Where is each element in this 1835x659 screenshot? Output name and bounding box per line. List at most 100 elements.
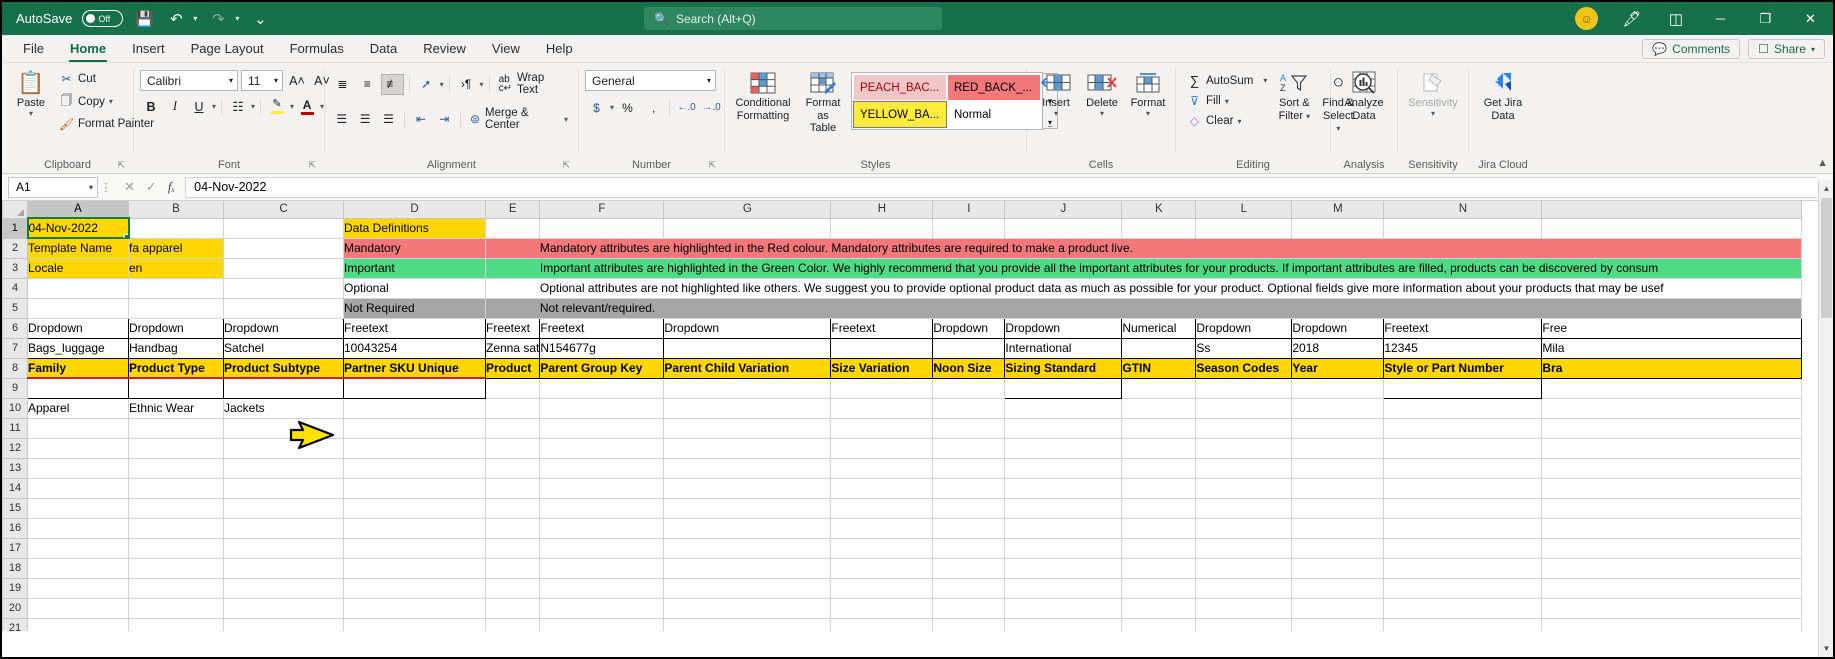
- cell-N17[interactable]: [1383, 538, 1543, 559]
- cell-A6[interactable]: Dropdown: [27, 317, 129, 339]
- cell-F21[interactable]: [539, 618, 665, 631]
- cell-styles-gallery[interactable]: PEACH_BAC... RED_BACK_... YELLOW_BA... N…: [851, 72, 1043, 130]
- save-icon[interactable]: 💾: [133, 8, 155, 30]
- row-header-3[interactable]: 3: [2, 257, 28, 279]
- autosum-button[interactable]: ∑ AutoSum ▾: [1182, 71, 1272, 90]
- row-header-6[interactable]: 6: [2, 317, 28, 339]
- cell-O18[interactable]: [1541, 558, 1803, 579]
- cell-M21[interactable]: [1291, 618, 1385, 631]
- cell-C21[interactable]: [223, 618, 344, 631]
- column-header-H[interactable]: H: [830, 201, 934, 219]
- cell-A4[interactable]: [27, 278, 129, 299]
- cell-G19[interactable]: [663, 578, 832, 599]
- formula-input[interactable]: 04-Nov-2022: [185, 176, 1817, 198]
- column-header-M[interactable]: M: [1291, 201, 1385, 219]
- cell-L9[interactable]: [1195, 378, 1293, 399]
- cell-A18[interactable]: [27, 558, 129, 579]
- cell-F6[interactable]: Freetext: [539, 317, 665, 339]
- cell-N16[interactable]: [1383, 518, 1543, 539]
- merge-center-button[interactable]: ⊜ Merge & Center ▾: [466, 105, 572, 133]
- cell-G12[interactable]: [663, 438, 832, 459]
- align-left-icon[interactable]: ☰: [331, 109, 352, 130]
- cell-K16[interactable]: [1121, 518, 1197, 539]
- cell-L6[interactable]: Dropdown: [1195, 317, 1293, 339]
- cell-C1[interactable]: [223, 218, 344, 239]
- row-header-7[interactable]: 7: [2, 337, 28, 359]
- row-header-14[interactable]: 14: [2, 477, 28, 499]
- cell-E5[interactable]: [485, 298, 540, 319]
- cell-D16[interactable]: [343, 518, 486, 539]
- vertical-scrollbar-thumb[interactable]: [1821, 198, 1832, 318]
- cell-B11[interactable]: [128, 418, 224, 439]
- sensitivity-button[interactable]: Sensitivity ▾: [1404, 66, 1462, 120]
- cell-H13[interactable]: [830, 458, 934, 479]
- cell-L20[interactable]: [1195, 598, 1293, 619]
- cell-C13[interactable]: [223, 458, 344, 479]
- cell-D4[interactable]: Optional: [343, 278, 486, 299]
- cell-H10[interactable]: [830, 398, 934, 419]
- underline-button[interactable]: U: [188, 96, 210, 117]
- clipboard-dialog-launcher-icon[interactable]: ⇱: [117, 160, 125, 171]
- cell-H7[interactable]: [830, 337, 934, 359]
- cell-A15[interactable]: [27, 498, 129, 519]
- cell-E16[interactable]: [485, 518, 541, 539]
- increase-decimal-icon[interactable]: ←.0: [675, 97, 698, 118]
- cell-F9[interactable]: [539, 378, 665, 399]
- row-header-11[interactable]: 11: [2, 417, 28, 439]
- row-header-2[interactable]: 2: [2, 237, 28, 259]
- cell-F14[interactable]: [539, 478, 665, 499]
- cell-K11[interactable]: [1121, 418, 1197, 439]
- merge-dropdown-icon[interactable]: ▾: [564, 115, 568, 124]
- cell-D7[interactable]: 10043254: [343, 337, 486, 359]
- cell-O12[interactable]: [1541, 438, 1803, 459]
- column-header-D[interactable]: D: [343, 201, 486, 219]
- cell-F8[interactable]: Parent Group Key: [539, 357, 665, 379]
- cell-C15[interactable]: [223, 498, 344, 519]
- customize-quick-access-icon[interactable]: ⌄: [249, 8, 271, 30]
- cell-B13[interactable]: [128, 458, 224, 479]
- cell-H9[interactable]: [830, 378, 934, 399]
- cell-E4[interactable]: [485, 278, 540, 299]
- cell-J11[interactable]: [1004, 418, 1123, 439]
- cell-F15[interactable]: [539, 498, 665, 519]
- cell-I12[interactable]: [932, 438, 1006, 459]
- cell-K19[interactable]: [1121, 578, 1197, 599]
- scroll-up-icon[interactable]: ▲: [1819, 180, 1833, 197]
- cell-M20[interactable]: [1291, 598, 1385, 619]
- cell-A11[interactable]: [27, 418, 129, 439]
- column-header-J[interactable]: J: [1004, 201, 1123, 219]
- cell-M1[interactable]: [1291, 218, 1385, 239]
- cell-I21[interactable]: [932, 618, 1006, 631]
- cell-K20[interactable]: [1121, 598, 1197, 619]
- font-size-select[interactable]: 11 ▾: [241, 70, 283, 91]
- row-header-21[interactable]: 21: [2, 617, 28, 631]
- cell-C20[interactable]: [223, 598, 344, 619]
- fill-color-dropdown-icon[interactable]: ▾: [290, 102, 294, 111]
- pen-icon[interactable]: 🖋: [1621, 8, 1643, 30]
- cell-E15[interactable]: [485, 498, 541, 519]
- row-header-18[interactable]: 18: [2, 557, 28, 579]
- cell-O7[interactable]: Mila: [1541, 337, 1803, 359]
- select-all-corner[interactable]: [2, 201, 28, 219]
- cell-K6[interactable]: Numerical: [1121, 317, 1197, 339]
- cell-M7[interactable]: 2018: [1291, 337, 1385, 359]
- tab-insert[interactable]: Insert: [119, 37, 178, 62]
- row-header-1[interactable]: 1: [2, 217, 29, 239]
- tab-view[interactable]: View: [479, 37, 533, 62]
- collapse-ribbon-icon[interactable]: ▲: [1817, 157, 1828, 169]
- cell-O16[interactable]: [1541, 518, 1803, 539]
- font-name-select[interactable]: Calibri ▾: [140, 70, 238, 91]
- cell-B3[interactable]: en: [128, 258, 224, 279]
- cell-C10[interactable]: Jackets: [223, 398, 344, 419]
- row-header-9[interactable]: 9: [2, 377, 28, 399]
- cell-B20[interactable]: [128, 598, 224, 619]
- paste-dropdown-icon[interactable]: ▾: [29, 109, 33, 117]
- cell-B2[interactable]: fa apparel: [128, 238, 224, 259]
- cell-G6[interactable]: Dropdown: [663, 317, 832, 339]
- tab-review[interactable]: Review: [410, 37, 479, 62]
- cell-G14[interactable]: [663, 478, 832, 499]
- insert-function-icon[interactable]: fₓ: [168, 179, 175, 195]
- cell-I14[interactable]: [932, 478, 1006, 499]
- minimize-button[interactable]: ─: [1698, 2, 1743, 35]
- cell-F3[interactable]: Important attributes are highlighted in …: [539, 258, 1803, 279]
